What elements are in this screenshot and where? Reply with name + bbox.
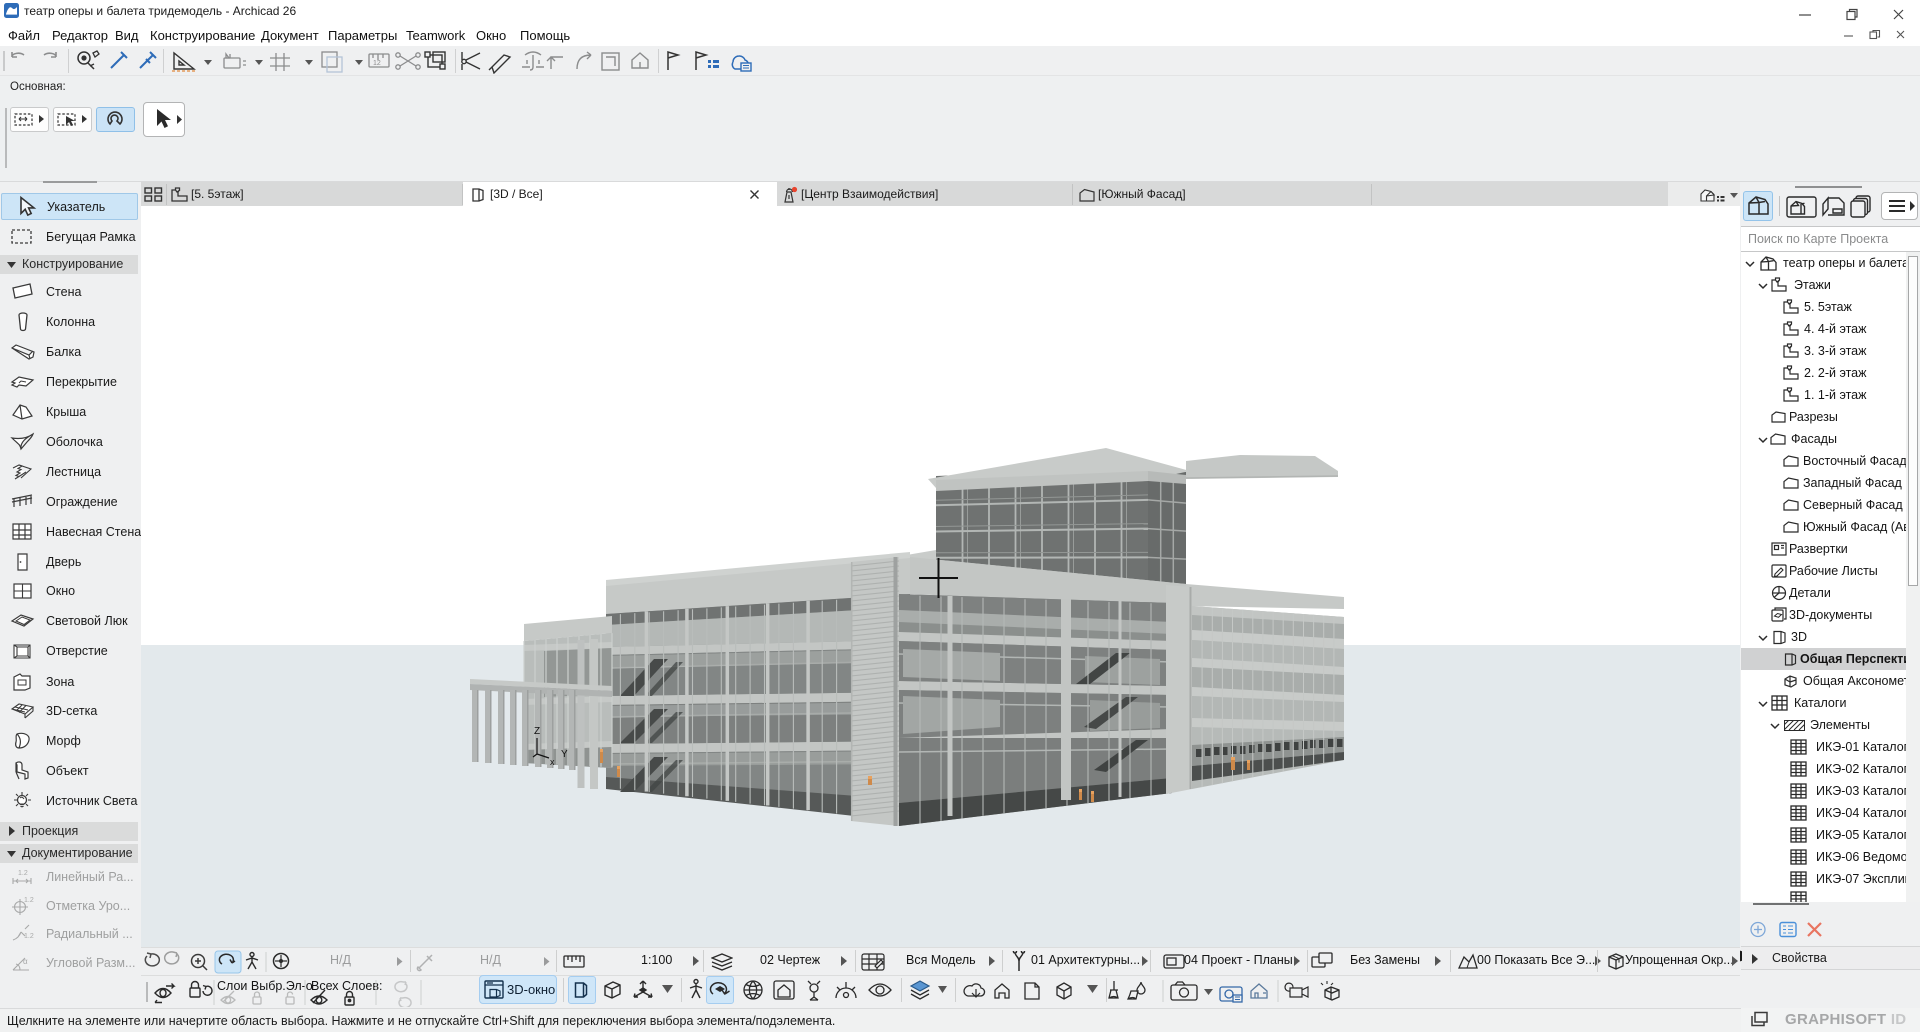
- svg-text:1.2: 1.2: [24, 933, 34, 940]
- svg-text:Слои Выбр.Эл-о: Слои Выбр.Эл-о: [217, 979, 313, 993]
- svg-text:Y: Y: [561, 749, 568, 760]
- svg-text:1.2: 1.2: [18, 870, 28, 877]
- svg-text:12: 12: [373, 60, 381, 67]
- svg-text:α: α: [23, 957, 28, 966]
- svg-text:Z: Z: [534, 726, 540, 737]
- svg-text:1.2: 1.2: [24, 897, 34, 904]
- svg-text:x: x: [550, 757, 555, 767]
- svg-text:Всех Слоев:: Всех Слоев:: [311, 979, 382, 993]
